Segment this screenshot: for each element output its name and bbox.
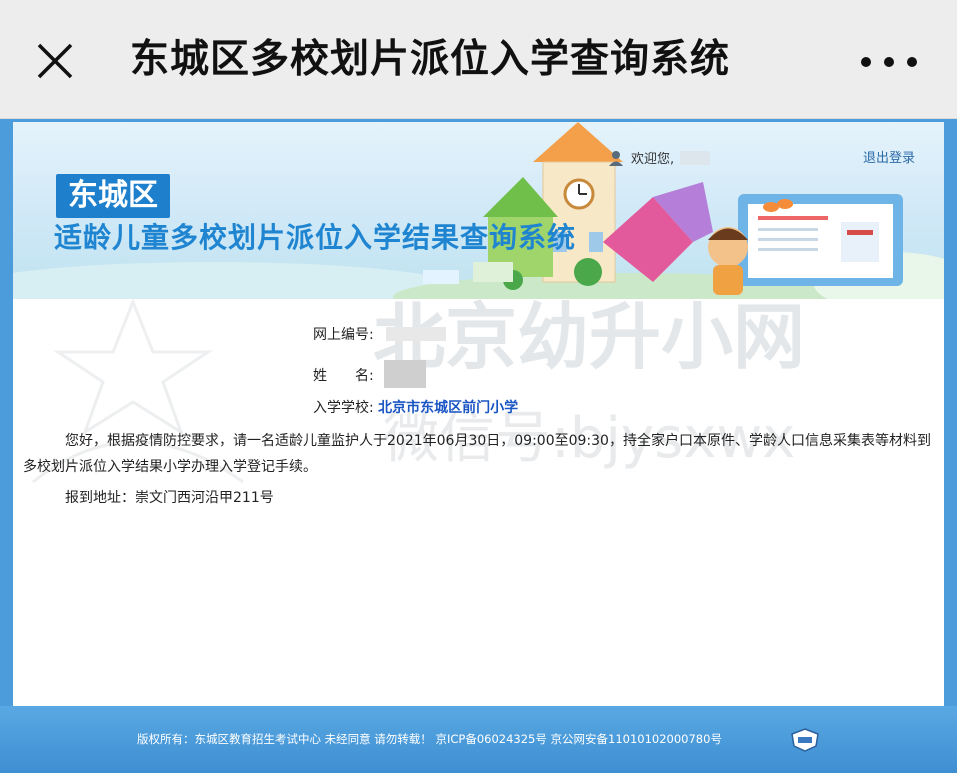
user-icon bbox=[609, 151, 623, 166]
registration-value-redacted bbox=[386, 327, 447, 341]
welcome-label: 欢迎您, bbox=[631, 152, 675, 167]
logout-link[interactable]: 退出登录 bbox=[863, 149, 915, 169]
footer-copyright: 版权所有：东城区教育招生考试中心 未经同意 请勿转载！ 京ICP备0602432… bbox=[137, 732, 722, 746]
school-label: 入学学校: bbox=[313, 400, 374, 416]
wechat-title-bar: 东城区多校划片派位入学查询系统 bbox=[0, 0, 957, 119]
registration-row: 网上编号: bbox=[313, 324, 447, 346]
welcome-message: 欢迎您, bbox=[607, 149, 711, 169]
more-icon bbox=[861, 57, 917, 67]
address-text: 报到地址：崇文门西河沿甲211号 bbox=[65, 490, 274, 506]
name-label: 姓 名: bbox=[313, 368, 374, 384]
notice-body: 您好，根据疫情防控要求，请一名适龄儿童监护人于2021年06月30日，09:00… bbox=[23, 433, 931, 475]
registration-label: 网上编号: bbox=[313, 327, 374, 343]
content-panel: 东城区 适龄儿童多校划片派位入学结果查询系统 欢迎您, 退出登录 北京幼升小网 … bbox=[13, 122, 944, 706]
district-label: 东城区 bbox=[56, 174, 170, 218]
close-button[interactable] bbox=[30, 36, 80, 86]
close-icon bbox=[37, 43, 73, 79]
username-redacted bbox=[680, 151, 711, 165]
more-button[interactable] bbox=[858, 52, 920, 72]
school-row: 入学学校: 北京市东城区前门小学 bbox=[313, 397, 518, 419]
school-value: 北京市东城区前门小学 bbox=[378, 400, 519, 416]
system-title: 适龄儿童多校划片派位入学结果查询系统 bbox=[54, 221, 577, 254]
police-badge-icon[interactable] bbox=[790, 728, 820, 752]
name-row: 姓 名: bbox=[313, 360, 427, 388]
name-value-redacted bbox=[384, 360, 427, 388]
header-banner: 东城区 适龄儿童多校划片派位入学结果查询系统 欢迎您, 退出登录 bbox=[13, 122, 944, 299]
footer: 版权所有：东城区教育招生考试中心 未经同意 请勿转载！ 京ICP备0602432… bbox=[0, 706, 957, 773]
page-title: 东城区多校划片派位入学查询系统 bbox=[130, 37, 731, 82]
notice-text: 您好，根据疫情防控要求，请一名适龄儿童监护人于2021年06月30日，09:00… bbox=[23, 428, 935, 480]
page-frame: 东城区 适龄儿童多校划片派位入学结果查询系统 欢迎您, 退出登录 北京幼升小网 … bbox=[0, 119, 957, 773]
